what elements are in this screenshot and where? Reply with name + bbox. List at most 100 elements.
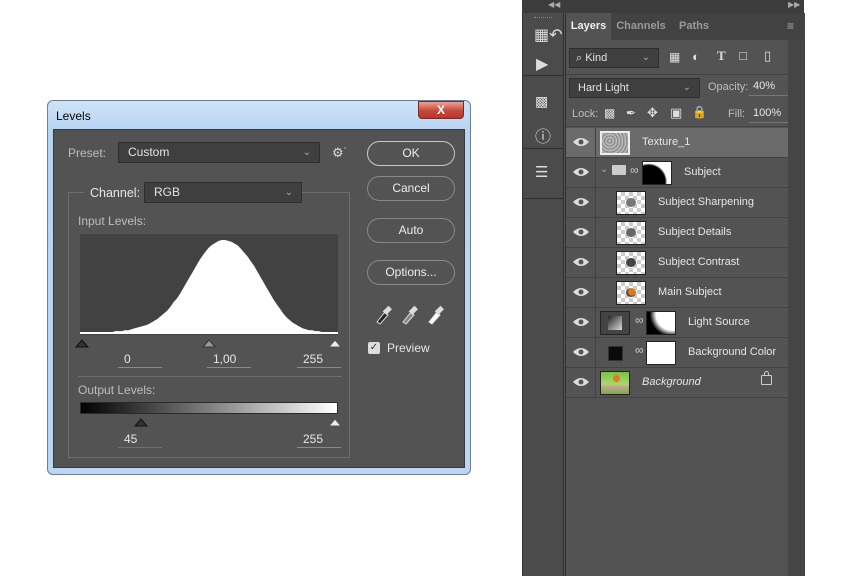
output-black-handle[interactable]	[133, 418, 149, 427]
pixel-filter-icon[interactable]: ▦	[669, 50, 680, 64]
auto-button[interactable]: Auto	[367, 218, 455, 243]
layers-scrollbar[interactable]	[788, 40, 805, 576]
visibility-toggle[interactable]	[566, 368, 596, 398]
layer-row-background[interactable]: Background	[566, 368, 788, 398]
type-filter-icon[interactable]: T	[717, 48, 726, 64]
histogram	[80, 234, 338, 335]
visibility-toggle[interactable]	[566, 158, 596, 188]
input-slider-track[interactable]	[74, 335, 344, 349]
input-white-handle[interactable]	[327, 339, 343, 348]
white-eyedropper-icon[interactable]	[428, 305, 444, 325]
layer-row-subject-sharpening[interactable]: Subject Sharpening	[566, 188, 788, 218]
clone-source-icon[interactable]: ☰	[535, 163, 548, 181]
layer-name: Background Color	[688, 346, 777, 358]
layer-name: Subject Sharpening	[658, 196, 755, 208]
divider	[566, 74, 805, 75]
lock-image-pixels-icon[interactable]: ✒	[626, 106, 636, 120]
tab-layers[interactable]: Layers	[566, 13, 611, 40]
channel-dropdown[interactable]: RGB ⌄	[144, 182, 302, 203]
photoshop-panel-dock: ◀◀ ▶▶ ▦↶ ▶ ▩ ⓘ ☰ Layers Channels Paths ≡…	[522, 0, 805, 576]
visibility-toggle[interactable]	[566, 128, 596, 158]
visibility-toggle[interactable]	[566, 248, 596, 278]
layer-name: Subject Contrast	[658, 256, 740, 268]
layers-panel: Layers Channels Paths ≡ ⌕ Kind ⌄ ▦ ◐ T □…	[565, 13, 805, 576]
blend-mode-value: Hard Light	[578, 82, 629, 94]
visibility-toggle[interactable]	[566, 188, 596, 218]
filter-kind-dropdown[interactable]: ⌕ Kind ⌄	[569, 48, 659, 68]
layer-row-texture-1[interactable]: Texture_1	[566, 128, 788, 158]
input-levels-label: Input Levels:	[78, 214, 147, 228]
lock-position-icon[interactable]: ✥	[647, 105, 658, 121]
panel-menu-icon[interactable]: ≡	[787, 19, 794, 33]
channel-value: RGB	[154, 185, 181, 199]
visibility-toggle[interactable]	[566, 218, 596, 248]
layer-name: Background	[642, 376, 701, 388]
link-icon[interactable]: ∞	[635, 343, 644, 357]
options-button[interactable]: Options...	[367, 260, 455, 285]
icon-strip: ▦↶ ▶ ▩ ⓘ ☰	[522, 13, 564, 576]
layer-row-background-color[interactable]: ∞ Background Color	[566, 338, 788, 368]
adjustment-filter-icon[interactable]: ◐	[692, 49, 700, 64]
gear-icon[interactable]: ⚙˙	[332, 145, 348, 161]
info-icon[interactable]: ⓘ	[535, 123, 551, 147]
black-eyedropper-icon[interactable]	[376, 305, 392, 325]
layer-row-subject-group[interactable]: ⌄ ∞ Subject	[566, 158, 788, 188]
visibility-toggle[interactable]	[566, 338, 596, 368]
tab-channels[interactable]: Channels	[611, 13, 671, 40]
input-white-field[interactable]: 255	[297, 352, 341, 368]
layer-row-light-source[interactable]: ∞ Light Source	[566, 308, 788, 338]
link-icon[interactable]: ∞	[635, 313, 644, 327]
eye-icon	[573, 318, 589, 326]
blend-mode-dropdown[interactable]: Hard Light ⌄	[569, 78, 700, 98]
input-gamma-field[interactable]: 1,00	[207, 352, 251, 368]
preview-checkbox[interactable]: ✓	[368, 342, 380, 354]
input-gamma-handle[interactable]	[201, 339, 217, 348]
layer-row-subject-contrast[interactable]: Subject Contrast	[566, 248, 788, 278]
divider	[523, 198, 564, 199]
collapse-left-icon[interactable]: ◀◀	[548, 0, 560, 9]
fill-color-thumbnail	[608, 346, 623, 361]
tab-paths[interactable]: Paths	[671, 13, 717, 40]
link-icon[interactable]: ∞	[630, 163, 639, 177]
output-black-field[interactable]: 45	[118, 432, 162, 448]
shape-filter-icon[interactable]: □	[739, 48, 747, 63]
eye-icon	[573, 288, 589, 296]
eye-icon	[573, 378, 589, 386]
lock-transparent-pixels-icon[interactable]: ▩	[604, 106, 615, 120]
visibility-toggle[interactable]	[566, 278, 596, 308]
preset-dropdown[interactable]: Custom ⌄	[118, 142, 320, 163]
dialog-title: Levels	[56, 109, 91, 123]
layer-row-main-subject[interactable]: Main Subject	[566, 278, 788, 308]
layer-thumbnail	[616, 251, 646, 275]
ok-button[interactable]: OK	[367, 141, 455, 166]
output-white-field[interactable]: 255	[297, 432, 341, 448]
expand-chevron-icon[interactable]: ⌄	[600, 164, 608, 175]
lock-artboard-icon[interactable]: ▣	[670, 105, 682, 121]
chevron-down-icon: ⌄	[682, 82, 691, 93]
smart-object-filter-icon[interactable]: ▯	[764, 48, 771, 64]
actions-play-icon[interactable]: ▶	[536, 54, 548, 74]
visibility-toggle[interactable]	[566, 308, 596, 338]
close-button[interactable]: X	[418, 101, 464, 119]
input-black-field[interactable]: 0	[118, 352, 162, 368]
chevron-down-icon: ⌄	[302, 147, 311, 158]
collapse-right-icon[interactable]: ▶▶	[788, 0, 800, 9]
eye-icon	[573, 138, 589, 146]
filter-kind-value: Kind	[585, 52, 608, 64]
layer-thumbnail	[616, 191, 646, 215]
chevron-down-icon: ⌄	[641, 52, 650, 63]
3d-icon[interactable]: ▩	[535, 93, 548, 110]
adjustment-thumbnail	[600, 311, 630, 335]
opacity-label: Opacity:	[708, 81, 749, 93]
history-icon[interactable]: ▦↶	[534, 25, 563, 45]
cancel-button[interactable]: Cancel	[367, 176, 455, 201]
lock-all-icon[interactable]: 🔒	[692, 105, 707, 119]
gray-eyedropper-icon[interactable]	[402, 305, 418, 325]
layers-list: Texture_1 ⌄ ∞ Subject Subject Sharpening	[566, 128, 788, 398]
fill-label: Fill:	[728, 108, 746, 120]
input-black-handle[interactable]	[74, 339, 90, 348]
eye-icon	[573, 228, 589, 236]
layer-row-subject-details[interactable]: Subject Details	[566, 218, 788, 248]
output-slider-track[interactable]	[74, 414, 344, 428]
output-white-handle[interactable]	[327, 418, 343, 427]
